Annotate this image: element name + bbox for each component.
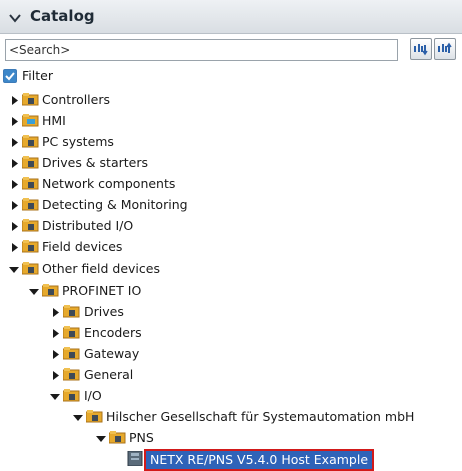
expand-arrow-icon[interactable] [52,350,60,359]
tree-item-label: Network components [42,176,176,191]
expand-arrow-icon[interactable] [52,308,60,317]
search-down-button[interactable] [410,38,432,60]
folder-icon [63,326,80,339]
tree-item-label: Controllers [42,92,110,107]
folder-icon [22,219,39,232]
folder-icon [22,177,39,190]
search-up-button[interactable] [434,38,456,60]
folder-icon [22,93,39,106]
collapse-chevron-icon[interactable] [9,13,21,23]
search-down-icon [414,44,428,56]
tree-item-label: Encoders [84,325,142,340]
expand-arrow-icon[interactable] [52,371,60,380]
expand-arrow-icon[interactable] [11,222,19,231]
folder-icon [42,284,59,297]
tree-item-label: Detecting & Monitoring [42,197,188,212]
search-up-icon [438,42,452,53]
expand-arrow-icon[interactable] [11,117,19,126]
tree-item-label: Drives [84,304,124,319]
folder-icon [86,410,103,423]
expand-arrow-icon[interactable] [11,243,19,252]
tree-item-label: Gateway [84,346,140,361]
tree-item-label: Other field devices [42,261,160,276]
folder-icon [22,240,39,253]
tree-item-label: HMI [42,113,66,128]
device-module-icon [127,451,143,466]
tree-item-label: Hilscher Gesellschaft für Systemautomati… [106,409,415,424]
tree-item-label: PC systems [42,134,114,149]
folder-icon [109,431,126,444]
collapse-arrow-icon[interactable] [29,288,39,296]
search-input[interactable] [5,39,398,61]
tree-item-label: I/O [84,388,102,403]
tree-item-label: Drives & starters [42,155,148,170]
filter-checkbox[interactable] [3,69,17,83]
folder-icon [22,135,39,148]
folder-icon [22,262,39,275]
expand-arrow-icon[interactable] [11,180,19,189]
expand-arrow-icon[interactable] [11,159,19,168]
collapse-arrow-icon[interactable] [50,393,60,401]
expand-arrow-icon[interactable] [52,329,60,338]
collapse-arrow-icon[interactable] [9,266,19,274]
collapse-arrow-icon[interactable] [96,435,106,443]
tree-item-label: Field devices [42,239,123,254]
checkmark-icon [5,72,15,81]
folder-icon [63,347,80,360]
tree-item-label: Distributed I/O [42,218,134,233]
expand-arrow-icon[interactable] [11,201,19,210]
collapse-arrow-icon[interactable] [73,414,83,422]
expand-arrow-icon[interactable] [11,138,19,147]
catalog-panel-header: Catalog [0,0,462,34]
filter-label: Filter [22,68,53,83]
folder-icon [22,156,39,169]
tree-item-label: PROFINET IO [62,283,142,298]
expand-arrow-icon[interactable] [11,96,19,105]
folder-icon [22,114,39,127]
folder-icon [63,305,80,318]
tree-item-label: PNS [129,430,154,445]
folder-icon [63,368,80,381]
folder-icon [22,198,39,211]
folder-icon [63,389,80,402]
tree-item-label: General [84,367,134,382]
panel-title: Catalog [30,7,95,25]
